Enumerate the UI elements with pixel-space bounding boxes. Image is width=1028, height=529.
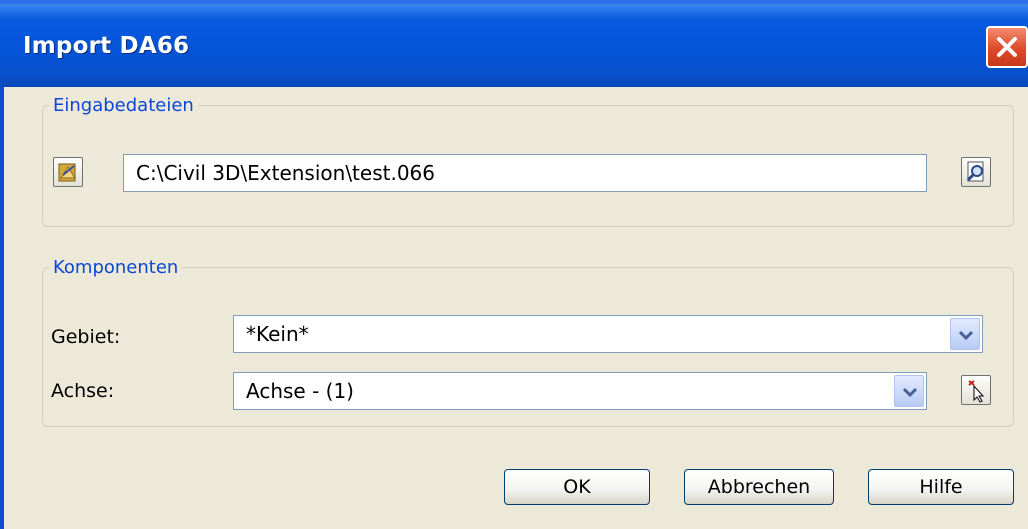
- components-legend: Komponenten: [53, 257, 179, 278]
- browse-button[interactable]: [961, 157, 991, 187]
- import-da66-dialog: Import DA66 Eingabedateien C:\Civil 3D\E…: [0, 0, 1028, 529]
- input-files-legend: Eingabedateien: [53, 95, 194, 116]
- close-icon: [997, 37, 1017, 57]
- chevron-down-icon: [958, 330, 974, 341]
- dialog-body: Eingabedateien C:\Civil 3D\Extension\tes…: [0, 87, 1028, 529]
- gebiet-label: Gebiet:: [51, 326, 121, 348]
- cancel-button[interactable]: Abbrechen: [684, 469, 834, 505]
- pick-alignment-button[interactable]: [961, 375, 991, 405]
- gebiet-value: *Kein*: [246, 322, 309, 346]
- window-title: Import DA66: [23, 33, 190, 59]
- achse-dropdown-button[interactable]: [894, 375, 924, 407]
- gebiet-dropdown-button[interactable]: [950, 318, 980, 350]
- achse-value: Achse - (1): [246, 379, 354, 403]
- chevron-down-icon: [902, 387, 918, 398]
- gebiet-dropdown[interactable]: *Kein*: [233, 315, 983, 353]
- file-path-field[interactable]: C:\Civil 3D\Extension\test.066: [123, 154, 927, 192]
- ok-button[interactable]: OK: [504, 469, 650, 505]
- help-button[interactable]: Hilfe: [868, 469, 1014, 505]
- file-path-value: C:\Civil 3D\Extension\test.066: [136, 161, 435, 185]
- open-file-icon: [58, 163, 76, 182]
- components-group: Komponenten Gebiet: *Kein* Achse: Achse …: [42, 257, 1014, 427]
- pick-cursor-icon: [968, 380, 985, 403]
- title-bar[interactable]: Import DA66: [0, 0, 1028, 87]
- achse-label: Achse:: [51, 380, 115, 402]
- magnifier-icon: [966, 161, 984, 182]
- close-button[interactable]: [986, 26, 1028, 68]
- achse-dropdown[interactable]: Achse - (1): [233, 372, 927, 410]
- open-file-button[interactable]: [53, 157, 83, 187]
- input-files-group: Eingabedateien C:\Civil 3D\Extension\tes…: [42, 95, 1014, 227]
